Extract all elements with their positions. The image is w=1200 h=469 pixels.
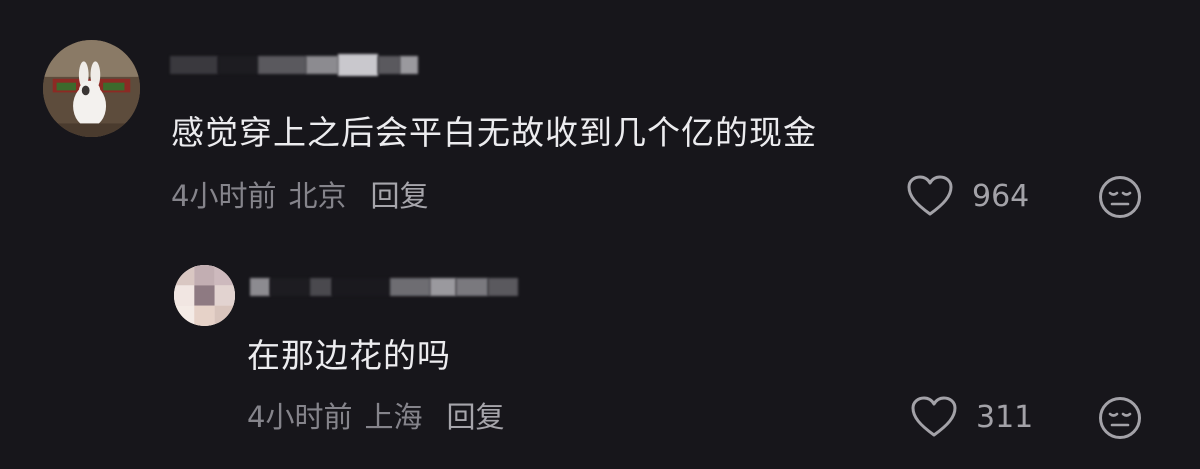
comment-time: 4小时前 [171, 179, 277, 213]
comment-meta: 4小时前 上海 回复 [247, 399, 504, 435]
heart-outline-icon [911, 396, 957, 437]
emoji-reaction-button[interactable] [1098, 175, 1142, 219]
like-count: 311 [976, 399, 1034, 435]
comment-text: 感觉穿上之后会平白无故收到几个亿的现金 [171, 113, 817, 152]
neutral-face-icon [1099, 176, 1141, 218]
comment-text: 在那边花的吗 [247, 336, 451, 375]
avatar[interactable] [43, 40, 140, 137]
avatar-image [43, 40, 140, 137]
like-button[interactable]: 311 [910, 395, 1033, 439]
heart-outline-icon [907, 175, 953, 216]
avatar[interactable] [174, 265, 235, 326]
neutral-face-icon [1099, 397, 1141, 439]
comment-location: 北京 [288, 179, 347, 213]
comment-location: 上海 [364, 400, 423, 434]
comment-thread: 感觉穿上之后会平白无故收到几个亿的现金 4小时前 北京 回复 964 在那边花的… [0, 0, 1200, 469]
comment-meta: 4小时前 北京 回复 [171, 178, 428, 214]
emoji-reaction-button[interactable] [1098, 396, 1142, 440]
reply-button[interactable]: 回复 [370, 178, 428, 214]
like-button[interactable]: 964 [906, 174, 1029, 218]
comment-time: 4小时前 [247, 400, 353, 434]
reply-button[interactable]: 回复 [446, 399, 504, 435]
username-redacted[interactable] [250, 274, 518, 300]
avatar-image [174, 265, 235, 326]
like-count: 964 [972, 178, 1030, 214]
username-redacted[interactable] [170, 52, 418, 78]
